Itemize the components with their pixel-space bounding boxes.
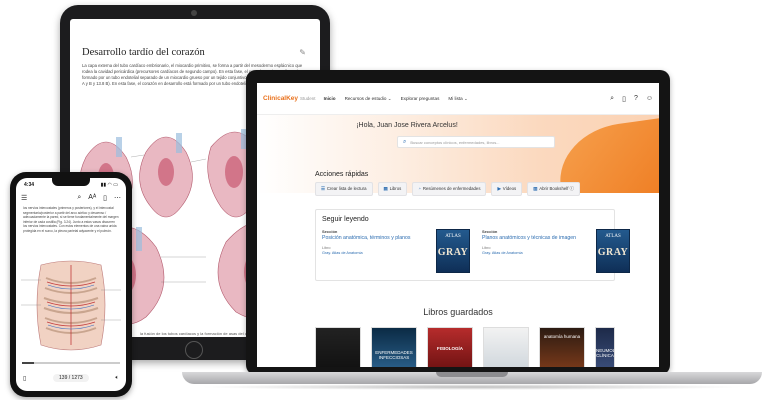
tablet-home-button[interactable] [185, 341, 203, 359]
nav-my-list[interactable]: Mi lista ⌄ [448, 96, 467, 102]
phone-device: 4:34 ▮▮ ◠ ▭ ☰ ⌕ Aᴬ ▯ ⋯ los nervios inter… [10, 172, 132, 397]
menu-icon[interactable]: ☰ [21, 194, 27, 202]
laptop-shadow [198, 384, 746, 390]
bookmark-icon[interactable]: ▯ [103, 194, 107, 202]
clinicalkey-logo[interactable]: ClinicalKey [263, 95, 298, 102]
open-bookshelf-button[interactable]: ▥ Abrir Bookshelf ⓘ [527, 182, 580, 196]
book-icon: ▤ [383, 186, 388, 191]
audio-icon[interactable]: 🔈︎ [115, 375, 119, 382]
laptop-screen: ClinicalKey Student Inicio Recursos de e… [257, 83, 659, 367]
reading-item[interactable]: Sección Posición anatómica, términos y p… [322, 229, 470, 279]
quick-actions-bar: ☰ Crear lista de lectura ▤ Libros ◔ Resúmen… [315, 182, 580, 196]
search-placeholder: Buscar conceptos clínicos, enfermedades,… [410, 139, 500, 145]
saved-books-title: Libros guardados [423, 307, 493, 317]
disease-summaries-button[interactable]: ◔ Resúmenes de enfermedades [412, 182, 487, 196]
saved-book-cover[interactable]: anatomía humana [539, 327, 585, 367]
laptop-notch [436, 372, 508, 377]
status-icons: ▮▮ ◠ ▭ [100, 182, 118, 188]
search-input[interactable]: ⌕ Buscar conceptos clínicos, enfermedade… [397, 136, 555, 148]
more-icon[interactable]: ⋯ [114, 194, 121, 202]
reader-toolbar: ☰ ⌕ Aᴬ ▯ ⋯ [16, 191, 126, 204]
search-icon[interactable]: ⌕ [610, 95, 614, 103]
reader-text: los nervios intercostales (primeros y po… [23, 206, 119, 233]
create-reading-list-button[interactable]: ☰ Crear lista de lectura [315, 182, 373, 196]
pin-icon[interactable]: ✎ [299, 48, 306, 57]
page-scrubber[interactable] [22, 362, 120, 364]
thorax-illustration [21, 260, 121, 351]
nav-explore-questions[interactable]: Explorar preguntas [401, 96, 440, 101]
laptop-base [182, 372, 762, 384]
saved-book-cover[interactable] [483, 327, 529, 367]
nav-study-resources[interactable]: Recursos de estudio ⌄ [345, 96, 392, 102]
continue-reading-title: Seguir leyendo [322, 216, 369, 223]
continue-reading-card: Seguir leyendo Sección Posición anatómic… [315, 209, 630, 281]
logo-subtitle: Student [300, 96, 316, 101]
videos-button[interactable]: ▶ Vídeos [491, 182, 523, 196]
user-icon[interactable]: ☺ [646, 95, 653, 103]
tablet-camera [191, 10, 197, 16]
quick-actions-title: Acciones rápidas [315, 171, 369, 178]
books-button[interactable]: ▤ Libros [377, 182, 408, 196]
search-icon[interactable]: ⌕ [77, 194, 81, 202]
device-mockup: Desarrollo tardío del corazón ✎ La capa … [0, 0, 777, 400]
reading-item[interactable]: Sección Planos anatómicos y técnicas de … [482, 229, 630, 279]
nav-home[interactable]: Inicio [324, 96, 336, 101]
greeting-text: ¡Hola, Juan Jose Rivera Arcelus! [356, 122, 458, 129]
font-size-icon[interactable]: Aᴬ [88, 194, 96, 202]
search-icon: ⌕ [403, 138, 407, 145]
book-cover[interactable]: ATLAS GRAY [596, 229, 630, 273]
bookmark-icon[interactable]: ▯ [622, 95, 626, 103]
bookshelf-icon: ▥ [533, 186, 538, 191]
phone-screen: 4:34 ▮▮ ◠ ▭ ☰ ⌕ Aᴬ ▯ ⋯ los nervios inter… [16, 178, 126, 391]
video-icon: ▶ [497, 186, 501, 191]
saved-books-row: ENFERMEDADES INFECCIOSAS FISIOLOGÍA anat… [315, 327, 615, 367]
summary-icon: ◔ [418, 186, 421, 191]
status-time: 4:34 [24, 182, 35, 188]
saved-book-cover[interactable]: NEUMOLOGÍA CLÍNICA [595, 327, 615, 367]
saved-book-cover[interactable]: FISIOLOGÍA [427, 327, 473, 367]
page-indicator[interactable]: 139 / 1273 [53, 374, 89, 382]
phone-notch [52, 178, 90, 186]
chapter-title: Desarrollo tardío del corazón [82, 47, 205, 58]
saved-book-cover[interactable]: ENFERMEDADES INFECCIOSAS [371, 327, 417, 367]
help-icon[interactable]: ? [634, 95, 638, 103]
book-cover[interactable]: ATLAS GRAY [436, 229, 470, 273]
toc-icon[interactable]: ▯ [23, 375, 26, 382]
reader-bottom-bar: ▯ 139 / 1273 🔈︎ [16, 371, 126, 385]
top-navbar: ClinicalKey Student Inicio Recursos de e… [257, 83, 659, 115]
saved-book-cover[interactable] [315, 327, 361, 367]
list-icon: ☰ [321, 186, 325, 191]
